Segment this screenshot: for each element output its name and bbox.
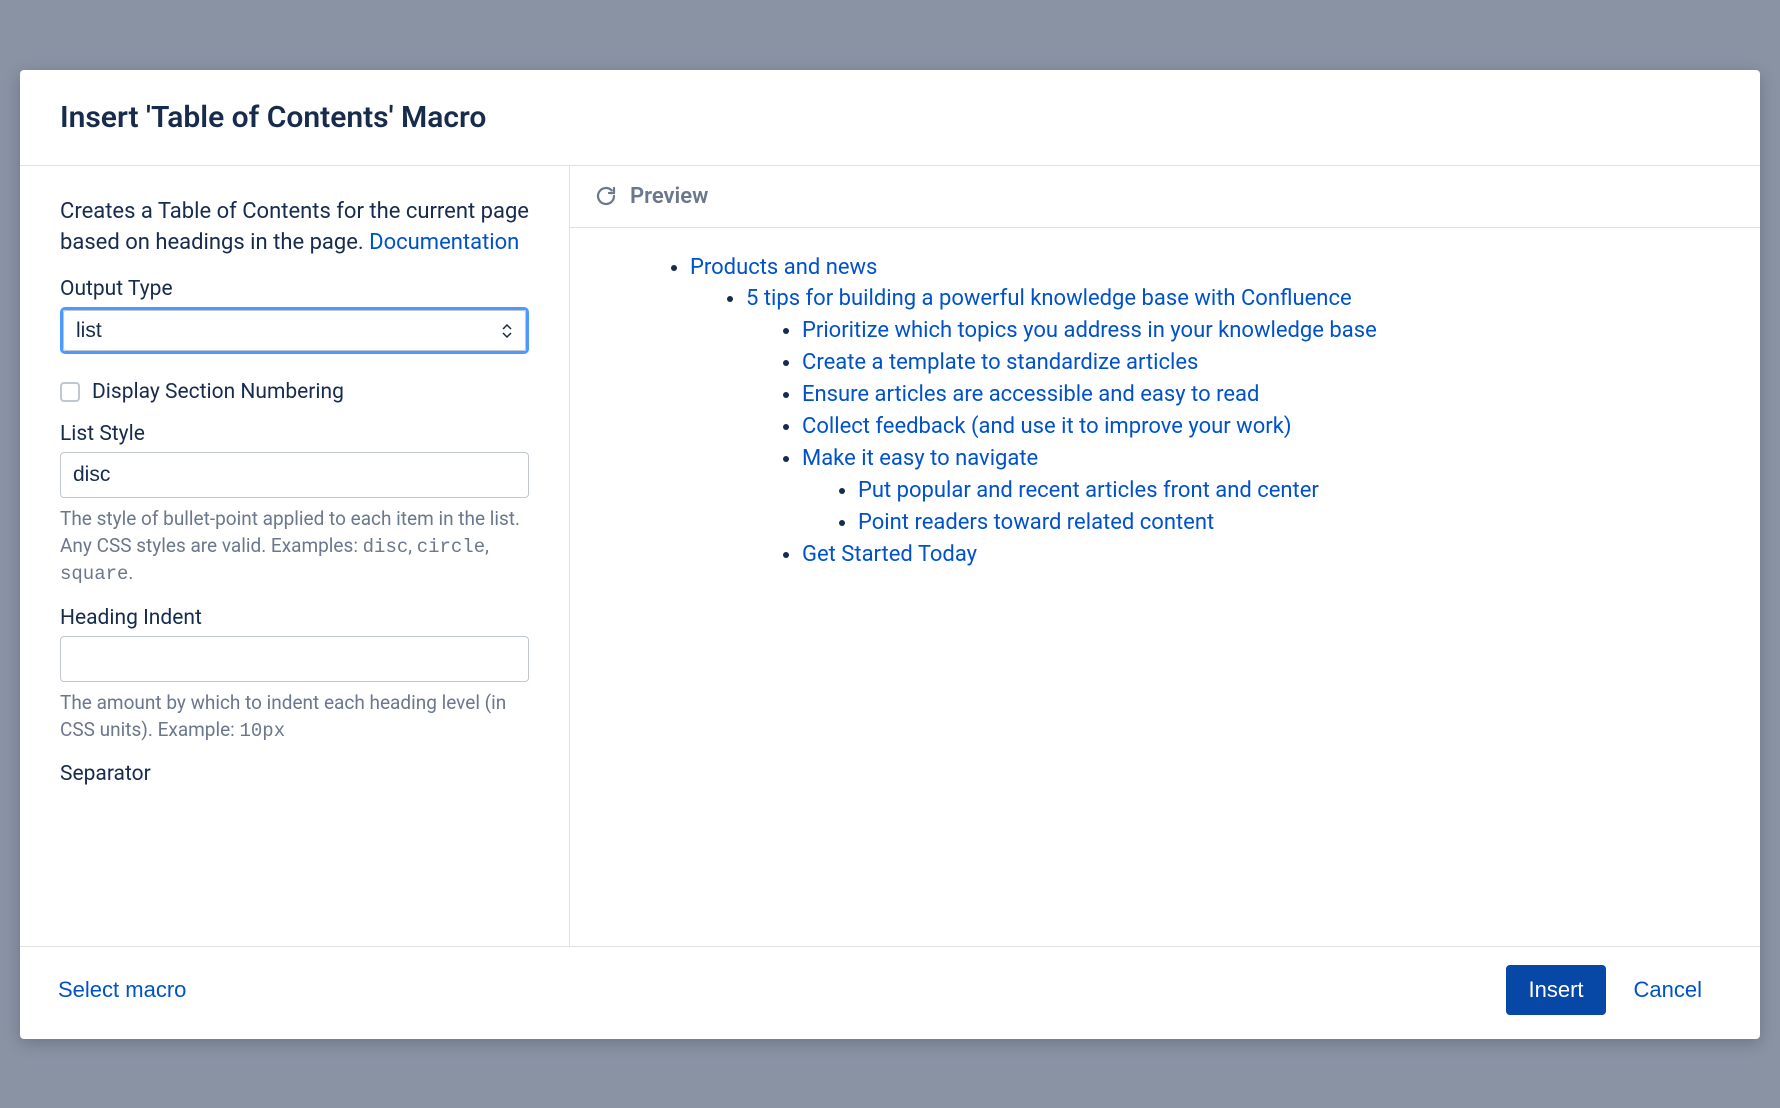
output-type-field: Output Type list [60,277,529,354]
toc-link[interactable]: Get Started Today [802,542,977,567]
macro-description: Creates a Table of Contents for the curr… [60,196,529,260]
insert-button[interactable]: Insert [1506,965,1605,1015]
toc-item: 5 tips for building a powerful knowledge… [746,283,1720,570]
toc-link[interactable]: 5 tips for building a powerful knowledge… [746,286,1352,311]
toc-link[interactable]: Ensure articles are accessible and easy … [802,382,1259,407]
heading-indent-help: The amount by which to indent each headi… [60,690,529,744]
section-numbering-label[interactable]: Display Section Numbering [92,380,344,404]
cancel-button[interactable]: Cancel [1616,965,1720,1015]
toc-item: Prioritize which topics you address in y… [802,315,1720,347]
preview-title: Preview [630,184,708,209]
toc-item: Put popular and recent articles front an… [858,475,1720,507]
documentation-link[interactable]: Documentation [369,230,519,255]
refresh-icon[interactable] [594,184,618,208]
toc-item: Get Started Today [802,539,1720,571]
toc-item: Collect feedback (and use it to improve … [802,411,1720,443]
list-style-input[interactable] [60,452,529,498]
heading-indent-input[interactable] [60,636,529,682]
preview-header: Preview [570,166,1760,228]
toc-link[interactable]: Make it easy to navigate [802,446,1038,471]
section-numbering-field: Display Section Numbering [60,380,529,404]
macro-dialog: Insert 'Table of Contents' Macro Creates… [20,70,1760,1039]
toc-link[interactable]: Create a template to standardize article… [802,350,1198,375]
list-style-label: List Style [60,422,529,446]
toc-link[interactable]: Point readers toward related content [858,510,1214,535]
list-style-field: List Style The style of bullet-point app… [60,422,529,588]
toc-item: Create a template to standardize article… [802,347,1720,379]
toc-link[interactable]: Prioritize which topics you address in y… [802,318,1377,343]
toc-item: Ensure articles are accessible and easy … [802,379,1720,411]
heading-indent-field: Heading Indent The amount by which to in… [60,606,529,744]
select-macro-button[interactable]: Select macro [48,969,196,1011]
output-type-select-wrap: list [60,307,529,354]
heading-indent-label: Heading Indent [60,606,529,630]
dialog-header: Insert 'Table of Contents' Macro [20,70,1760,166]
separator-label: Separator [60,762,529,786]
dialog-body: Creates a Table of Contents for the curr… [20,166,1760,946]
preview-panel: Preview Products and news 5 tips for bui… [570,166,1760,946]
dialog-footer: Select macro Insert Cancel [20,946,1760,1039]
separator-field: Separator [60,762,529,786]
toc-item: Make it easy to navigate Put popular and… [802,443,1720,539]
toc-item: Products and news 5 tips for building a … [690,252,1720,571]
list-style-help: The style of bullet-point applied to eac… [60,506,529,588]
output-type-select[interactable]: list [63,310,526,351]
toc-link[interactable]: Products and news [690,255,877,280]
footer-actions: Insert Cancel [1506,965,1720,1015]
output-type-label: Output Type [60,277,529,301]
config-panel: Creates a Table of Contents for the curr… [20,166,570,946]
dialog-title: Insert 'Table of Contents' Macro [60,100,1720,135]
preview-content: Products and news 5 tips for building a … [570,228,1760,595]
toc-root: Products and news 5 tips for building a … [690,252,1720,571]
toc-item: Point readers toward related content [858,507,1720,539]
toc-link[interactable]: Collect feedback (and use it to improve … [802,414,1292,439]
section-numbering-checkbox[interactable] [60,382,80,402]
toc-link[interactable]: Put popular and recent articles front an… [858,478,1319,503]
